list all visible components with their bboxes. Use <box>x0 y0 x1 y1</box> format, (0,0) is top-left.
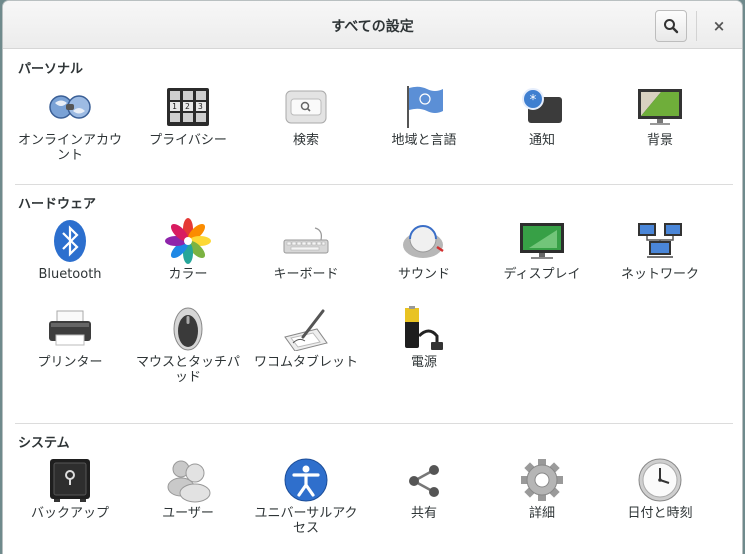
panel-label: ネットワーク <box>620 267 699 282</box>
panel-notifications[interactable]: * 通知 <box>487 83 597 148</box>
panel-color[interactable]: カラー <box>133 217 243 282</box>
panel-label: ワコムタブレット <box>253 355 358 370</box>
panel-label: サウンド <box>397 267 450 282</box>
panel-label: ディスプレイ <box>503 267 581 282</box>
window-title: すべての設定 <box>331 19 414 35</box>
search-settings-icon <box>285 90 327 124</box>
header-bar: すべての設定 × <box>3 1 742 49</box>
region-language-icon <box>407 86 443 128</box>
color-icon <box>165 218 211 264</box>
online-accounts-icon <box>49 95 91 119</box>
svg-text:3: 3 <box>198 102 203 111</box>
power-icon <box>405 306 443 350</box>
panel-online-accounts[interactable]: オンラインアカウント <box>15 83 125 163</box>
privacy-icon: 123 <box>167 88 209 126</box>
panel-wacom-tablet[interactable]: ワコムタブレット <box>251 305 361 370</box>
search-button[interactable] <box>655 10 687 42</box>
sound-icon <box>403 225 444 258</box>
users-icon <box>167 460 211 503</box>
panel-mouse-touchpad[interactable]: マウスとタッチパッド <box>133 305 243 385</box>
section-title-personal: パーソナル <box>18 62 84 77</box>
panel-label: Bluetooth <box>38 267 102 282</box>
panel-bluetooth[interactable]: Bluetooth <box>15 217 125 282</box>
date-time-icon <box>638 458 682 502</box>
panel-printer[interactable]: プリンター <box>15 305 125 370</box>
close-icon: × <box>712 17 726 35</box>
section-divider <box>15 184 733 185</box>
panel-date-time[interactable]: 日付と時刻 <box>605 456 715 521</box>
header-separator <box>696 11 697 41</box>
panel-label: オンラインアカウント <box>17 133 122 163</box>
panel-label: 背景 <box>646 133 673 148</box>
details-icon <box>521 459 563 501</box>
panel-keyboard[interactable]: キーボード <box>251 217 361 282</box>
settings-window: すべての設定 × パーソナル オンラインアカウント 1 2 3 プライバシー 検… <box>3 1 742 554</box>
panel-sharing[interactable]: 共有 <box>369 456 479 521</box>
section-divider <box>15 423 733 424</box>
panel-backup[interactable]: バックアップ <box>15 456 125 521</box>
panel-details[interactable]: 詳細 <box>487 456 597 521</box>
display-icon <box>520 223 564 259</box>
panel-label: 詳細 <box>528 506 555 521</box>
panel-label: 共有 <box>410 506 437 521</box>
panel-label: 地域と言語 <box>391 133 457 148</box>
panel-region-language[interactable]: 地域と言語 <box>369 83 479 148</box>
mouse-icon <box>173 307 203 351</box>
bluetooth-icon <box>54 220 86 262</box>
panel-users[interactable]: ユーザー <box>133 456 243 521</box>
printer-icon <box>49 310 91 346</box>
panel-network[interactable]: ネットワーク <box>605 217 715 282</box>
sharing-icon <box>409 465 439 497</box>
panel-label: キーボード <box>273 267 339 282</box>
wacom-tablet-icon <box>284 309 328 351</box>
notifications-icon: * <box>522 88 562 123</box>
svg-text:*: * <box>530 93 537 108</box>
search-icon <box>664 19 679 34</box>
close-button[interactable]: × <box>703 10 735 42</box>
keyboard-icon <box>283 227 329 254</box>
network-icon <box>638 223 682 258</box>
panel-label: ユーザー <box>162 506 214 521</box>
panel-label: 電源 <box>410 355 437 370</box>
panel-display[interactable]: ディスプレイ <box>487 217 597 282</box>
panel-label: プライバシー <box>149 133 227 148</box>
panel-label: カラー <box>168 267 208 282</box>
panel-label: 通知 <box>528 133 555 148</box>
background-icon <box>638 89 682 125</box>
universal-access-icon <box>284 458 328 502</box>
panel-universal-access[interactable]: ユニバーサルアクセス <box>251 456 361 536</box>
svg-text:2: 2 <box>185 102 190 111</box>
panel-search[interactable]: 検索 <box>251 83 361 148</box>
panel-label: プリンター <box>37 355 103 370</box>
panel-label: 検索 <box>292 133 319 148</box>
panel-label: バックアップ <box>30 506 109 521</box>
panel-label: ユニバーサルアクセス <box>254 506 358 536</box>
backup-icon <box>50 459 90 502</box>
panel-privacy[interactable]: 123 プライバシー <box>133 83 243 148</box>
section-title-system: システム <box>18 436 70 451</box>
panel-label: 日付と時刻 <box>627 506 693 521</box>
svg-text:1: 1 <box>172 102 177 111</box>
panel-sound[interactable]: サウンド <box>369 217 479 282</box>
panel-power[interactable]: 電源 <box>369 305 479 370</box>
panel-background[interactable]: 背景 <box>605 83 715 148</box>
section-title-hardware: ハードウェア <box>18 197 97 212</box>
panel-label: マウスとタッチパッド <box>135 355 240 385</box>
